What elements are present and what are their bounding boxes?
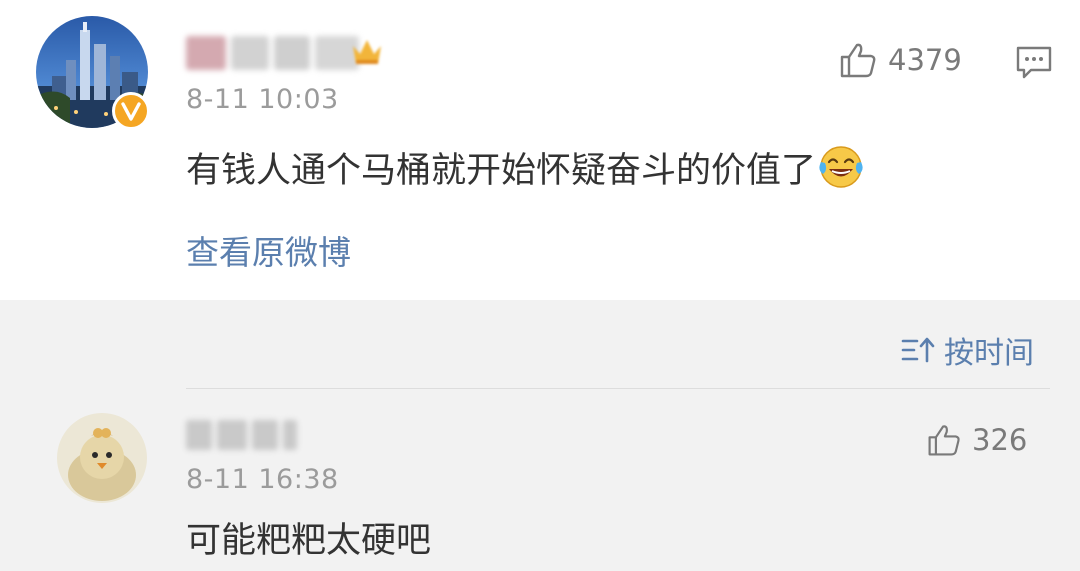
sort-label: 按时间: [944, 336, 1034, 371]
comment-content: 可能粑粑太硬吧: [186, 521, 432, 561]
original-post: 4379 8-11 10:03 有钱人通个马桶就开始怀疑奋斗的价值了 查看原微博: [0, 0, 1080, 300]
divider: [186, 388, 1050, 389]
view-original-weibo-link[interactable]: 查看原微博: [186, 226, 351, 274]
commenter-avatar[interactable]: [57, 413, 147, 503]
comment-bubble-icon: [1016, 46, 1052, 79]
post-content-text: 有钱人通个马桶就开始怀疑奋斗的价值了: [186, 151, 817, 191]
thumbs-up-icon: [928, 425, 960, 456]
commenter-username-blurred[interactable]: [186, 420, 302, 450]
comment-timestamp: 8-11 16:38: [186, 464, 339, 495]
post-content: 有钱人通个马桶就开始怀疑奋斗的价值了: [186, 142, 864, 193]
thumbs-up-icon: [840, 43, 876, 78]
laughing-crying-emoji-icon: [819, 146, 863, 188]
sort-by-time-icon: [901, 337, 935, 363]
comment-like-count: 326: [972, 423, 1028, 457]
verified-v-badge-icon: [112, 92, 150, 130]
crown-member-icon: [350, 36, 384, 68]
comment-like-button[interactable]: 326: [926, 422, 1027, 458]
username-blurred[interactable]: [186, 36, 364, 70]
post-timestamp: 8-11 10:03: [186, 84, 339, 115]
comment-button[interactable]: [1014, 42, 1054, 82]
like-button[interactable]: 4379: [838, 40, 962, 80]
sort-by-time-button[interactable]: 按时间: [900, 328, 1034, 372]
like-count: 4379: [888, 43, 962, 77]
